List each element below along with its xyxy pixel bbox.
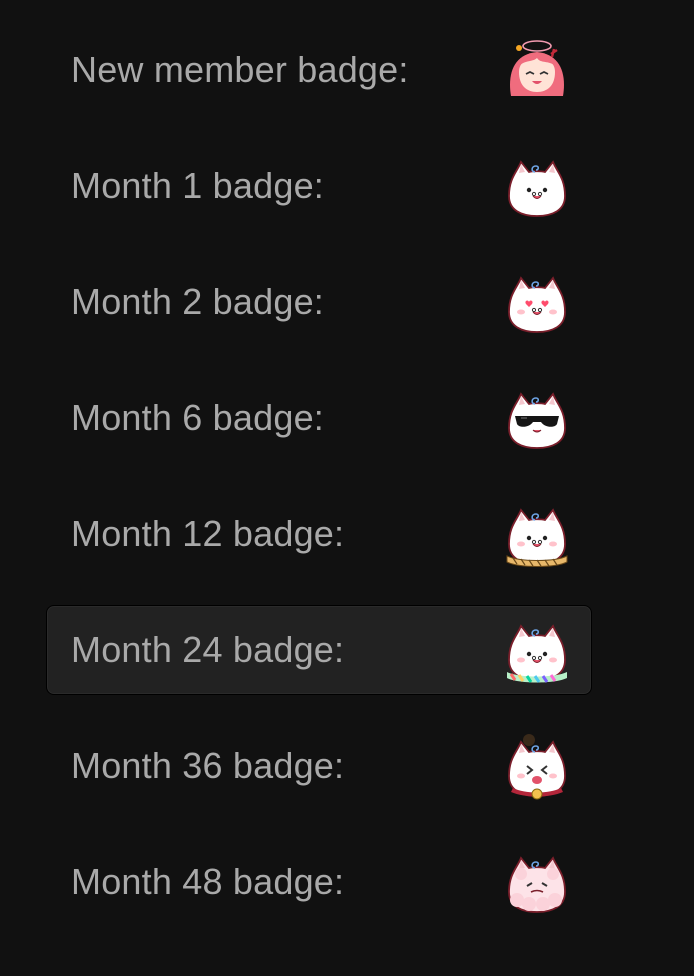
badge-label: Month 36 badge: <box>71 745 345 786</box>
badge-row-month-2[interactable]: Month 2 badge: <box>46 257 592 347</box>
badge-label: Month 2 badge: <box>71 281 324 322</box>
badge-row-month-24[interactable]: Month 24 badge: <box>46 605 592 695</box>
badge-row-month-1[interactable]: Month 1 badge: <box>46 141 592 231</box>
rainbow-rope-cat-icon <box>499 612 575 688</box>
white-cat-icon <box>499 148 575 224</box>
badge-label: Month 24 badge: <box>71 629 345 670</box>
bell-cat-icon <box>499 728 575 804</box>
badge-label: New member badge: <box>71 49 409 90</box>
heart-eyes-cat-icon <box>499 264 575 340</box>
rope-cat-icon <box>499 496 575 572</box>
badge-row-new-member[interactable]: New member badge: <box>46 25 592 115</box>
badge-row-month-12[interactable]: Month 12 badge: <box>46 489 592 579</box>
badge-list: New member badge: Month 1 badge: Month 2… <box>0 0 694 976</box>
badge-row-month-36[interactable]: Month 36 badge: <box>46 721 592 811</box>
badge-row-month-48[interactable]: Month 48 badge: <box>46 837 592 927</box>
sunglasses-cat-icon <box>499 380 575 456</box>
badge-label: Month 48 badge: <box>71 861 345 902</box>
badge-label: Month 1 badge: <box>71 165 324 206</box>
badge-row-month-6[interactable]: Month 6 badge: <box>46 373 592 463</box>
badge-label: Month 12 badge: <box>71 513 345 554</box>
fluffy-cat-icon <box>499 844 575 920</box>
anime-girl-icon <box>499 32 575 108</box>
badge-label: Month 6 badge: <box>71 397 324 438</box>
